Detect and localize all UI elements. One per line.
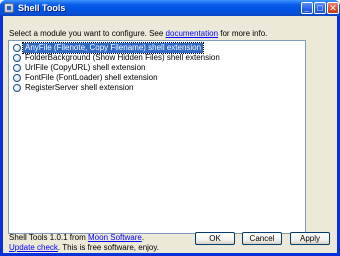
radio-bullet-icon xyxy=(13,54,21,62)
instructions-before: Select a module you want to configure. S… xyxy=(9,29,166,38)
module-label: FontFile (FontLoader) shell extension xyxy=(25,73,158,82)
list-item[interactable]: FontFile (FontLoader) shell extension xyxy=(13,73,303,83)
close-button[interactable]: ✕ xyxy=(327,2,339,14)
free-software-text: . This is free software, enjoy. xyxy=(57,243,159,252)
maximize-button[interactable]: □ xyxy=(314,2,326,14)
shell-tools-window: Shell Tools _ □ ✕ Select a module you wa… xyxy=(0,0,340,256)
app-window-icon xyxy=(4,3,14,13)
version-text: Shell Tools 1.0.1 from xyxy=(9,233,89,242)
documentation-link[interactable]: documentation xyxy=(166,29,218,38)
module-label: UrlFile (CopyURL) shell extension xyxy=(25,63,146,72)
module-label: RegisterServer shell extension xyxy=(25,83,134,92)
radio-bullet-icon xyxy=(13,64,21,72)
radio-bullet-icon xyxy=(13,44,21,52)
dialog-client-area: Select a module you want to configure. S… xyxy=(3,16,337,253)
module-label: AnyFile (Filenote, Copy Filename) shell … xyxy=(21,42,205,54)
window-title: Shell Tools xyxy=(18,3,66,13)
update-line: Update check. This is free software, enj… xyxy=(9,243,159,253)
module-label: FolderBackground (Show Hidden Files) she… xyxy=(25,53,220,62)
footer-info: Shell Tools 1.0.1 from Moon Software. Up… xyxy=(9,233,159,253)
list-item[interactable]: AnyFile (Filenote, Copy Filename) shell … xyxy=(13,42,303,54)
ok-button[interactable]: OK xyxy=(195,232,235,245)
minimize-button[interactable]: _ xyxy=(301,2,313,14)
instructions-text: Select a module you want to configure. S… xyxy=(9,29,329,39)
version-period: . xyxy=(141,233,145,242)
radio-bullet-icon xyxy=(13,84,21,92)
cancel-button[interactable]: Cancel xyxy=(242,232,282,245)
instructions-after: for more info. xyxy=(218,29,268,38)
radio-bullet-icon xyxy=(13,74,21,82)
title-bar[interactable]: Shell Tools _ □ ✕ xyxy=(0,0,340,16)
moon-software-link[interactable]: Moon Software xyxy=(88,233,142,242)
apply-button[interactable]: Apply xyxy=(290,232,330,245)
update-check-link[interactable]: Update check xyxy=(9,243,58,252)
list-item[interactable]: FolderBackground (Show Hidden Files) she… xyxy=(13,53,303,63)
list-item[interactable]: UrlFile (CopyURL) shell extension xyxy=(13,63,303,73)
list-item[interactable]: RegisterServer shell extension xyxy=(13,83,303,93)
module-list[interactable]: AnyFile (Filenote, Copy Filename) shell … xyxy=(8,40,306,234)
version-line: Shell Tools 1.0.1 from Moon Software. xyxy=(9,233,159,243)
